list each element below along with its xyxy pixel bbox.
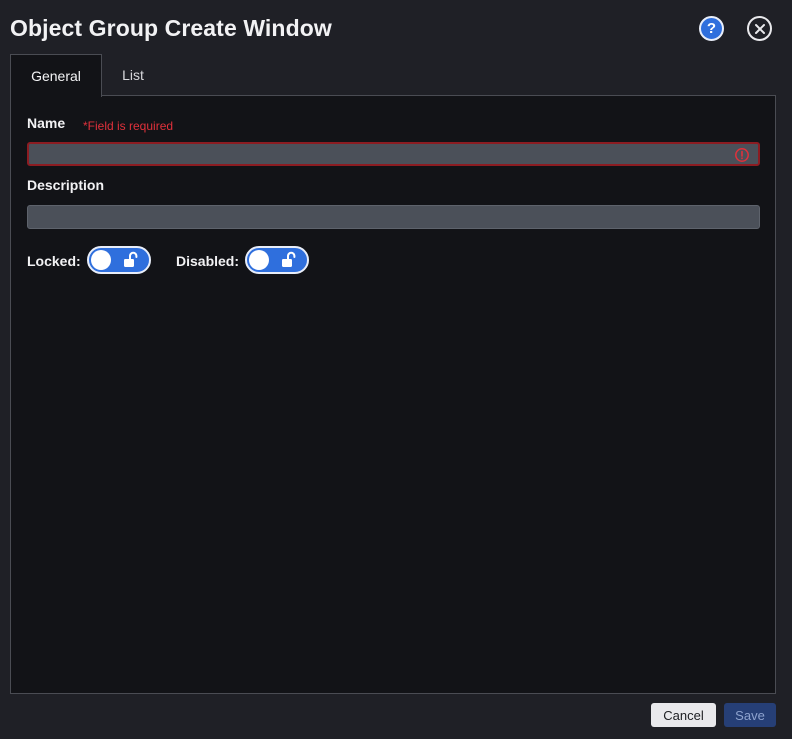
tab-general[interactable]: General (10, 54, 102, 97)
unlock-icon (282, 251, 296, 267)
tab-list[interactable]: List (102, 54, 164, 96)
close-icon (754, 23, 765, 34)
error-circle-icon (735, 148, 749, 162)
help-button[interactable]: ? (699, 16, 724, 41)
unlock-icon (124, 251, 138, 267)
disabled-label: Disabled: (176, 253, 240, 269)
save-button[interactable]: Save (724, 703, 776, 727)
locked-toggle-knob (91, 250, 111, 270)
locked-label: Locked: (27, 253, 81, 269)
window-title: Object Group Create Window (10, 15, 332, 41)
tab-list-label: List (122, 67, 144, 83)
object-group-create-window: Object Group Create Window ? General Lis… (0, 0, 792, 739)
close-button[interactable] (747, 16, 772, 41)
locked-toggle[interactable] (87, 246, 151, 274)
disabled-toggle-knob (249, 250, 269, 270)
tab-general-label: General (31, 68, 81, 84)
name-label: Name (27, 115, 66, 131)
cancel-button[interactable]: Cancel (651, 703, 716, 727)
description-input[interactable] (27, 205, 760, 229)
name-required-message: *Field is required (83, 119, 174, 133)
description-label: Description (27, 177, 105, 193)
general-panel: Name *Field is required Description Lock… (10, 95, 776, 694)
disabled-toggle[interactable] (245, 246, 309, 274)
name-input[interactable] (27, 142, 760, 166)
question-mark-icon: ? (706, 20, 717, 37)
